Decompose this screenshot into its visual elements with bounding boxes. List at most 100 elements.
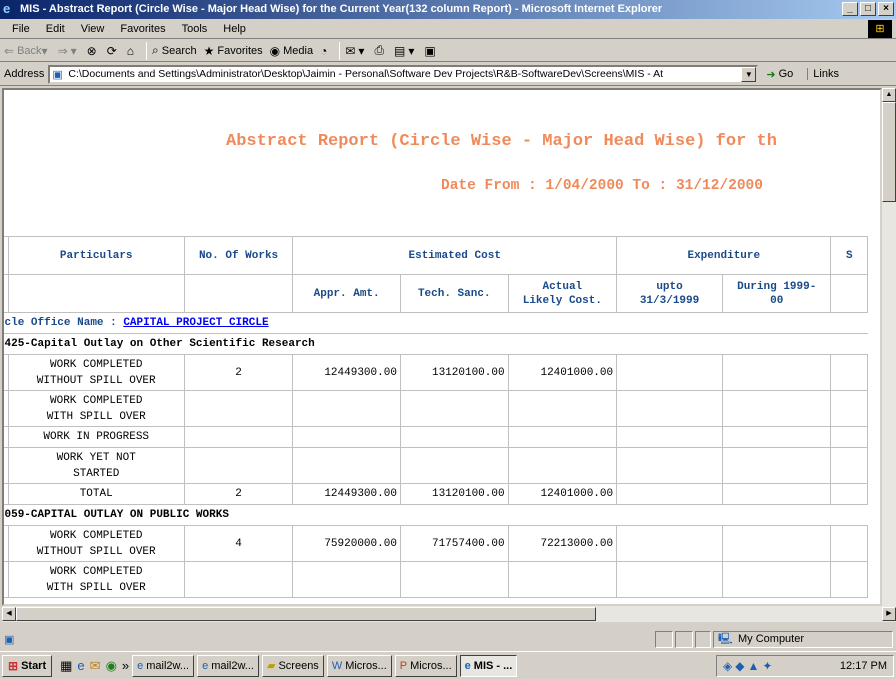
row-appr-amt bbox=[292, 426, 401, 448]
edit-button[interactable]: ▤ ▾ bbox=[394, 44, 417, 58]
tray-icons[interactable]: ◈◆▲✦ bbox=[723, 659, 775, 673]
major-head-row: 425-Capital Outlay on Other Scientific R… bbox=[4, 333, 868, 355]
header-cell bbox=[183, 274, 294, 313]
task-label: mail2w... bbox=[211, 659, 254, 672]
vertical-scroll-thumb[interactable] bbox=[882, 102, 896, 202]
page-content: Abstract Report (Circle Wise - Major Hea… bbox=[2, 88, 882, 606]
status-pane bbox=[695, 631, 711, 648]
row-tech-sanc: 13120100.00 bbox=[399, 354, 509, 391]
menu-view[interactable]: View bbox=[73, 19, 113, 39]
chevron-down-icon: ▾ bbox=[408, 43, 415, 58]
print-button[interactable]: ⎙ bbox=[374, 43, 387, 58]
address-input[interactable]: ▣ C:\Documents and Settings\Administrato… bbox=[48, 64, 759, 84]
back-button[interactable]: ⇐ Back ▾ bbox=[4, 44, 51, 58]
window-controls: _ □ × bbox=[842, 2, 894, 17]
horizontal-scroll-thumb[interactable] bbox=[16, 607, 596, 621]
home-button[interactable]: ⌂ bbox=[127, 44, 137, 58]
refresh-button[interactable]: ⟳ bbox=[107, 44, 120, 58]
task-label: Micros... bbox=[345, 659, 387, 672]
close-button[interactable]: × bbox=[878, 2, 894, 16]
taskbar-button-mail2[interactable]: e mail2w... bbox=[197, 654, 259, 677]
home-icon: ⌂ bbox=[126, 43, 135, 58]
menu-tools[interactable]: Tools bbox=[174, 19, 216, 39]
start-button[interactable]: ⊞ Start bbox=[2, 654, 53, 677]
task-label: mail2w... bbox=[146, 659, 190, 672]
particulars-line2: WITHOUT SPILL OVER bbox=[36, 545, 156, 558]
header-actual-line1: Actual bbox=[542, 280, 583, 293]
table-row-total: TOTAL 2 12449300.00 13120100.00 12401000… bbox=[4, 483, 868, 505]
history-button[interactable]: ◔ bbox=[320, 44, 330, 58]
go-label: Go bbox=[778, 68, 794, 80]
vertical-scrollbar[interactable]: ▲ bbox=[882, 88, 896, 606]
taskbar-button-screens[interactable]: ▰ Screens bbox=[261, 654, 324, 677]
links-button[interactable]: Links bbox=[807, 68, 839, 80]
ie-page-icon: e bbox=[137, 659, 144, 672]
favorites-icon: ★ bbox=[203, 43, 215, 58]
scroll-up-icon[interactable]: ▲ bbox=[882, 88, 896, 102]
row-appr-amt bbox=[292, 390, 401, 427]
header-cell bbox=[830, 274, 868, 313]
header-expenditure: Expenditure bbox=[616, 236, 832, 275]
horizontal-scrollbar[interactable]: ◀ ▶ bbox=[2, 606, 896, 622]
circle-link[interactable]: CAPITAL PROJECT CIRCLE bbox=[123, 317, 268, 329]
menu-help[interactable]: Help bbox=[215, 19, 254, 39]
header-next-cut: S bbox=[830, 236, 868, 275]
row-works: 2 bbox=[183, 354, 294, 391]
row-cell bbox=[616, 354, 723, 391]
ie-quicklaunch-icon[interactable]: e bbox=[77, 658, 84, 673]
taskbar-button-word[interactable]: W Micros... bbox=[326, 654, 392, 677]
scroll-right-icon[interactable]: ▶ bbox=[882, 607, 896, 621]
show-desktop-icon[interactable]: ▦ bbox=[60, 658, 72, 674]
row-actual-likely: 12401000.00 bbox=[507, 354, 618, 391]
stop-button[interactable]: ⊗ bbox=[87, 44, 100, 58]
quicklaunch-more[interactable]: » bbox=[122, 658, 129, 673]
zone-label: My Computer bbox=[738, 633, 805, 645]
particulars-line1: WORK COMPLETED bbox=[50, 394, 143, 407]
status-pane bbox=[655, 631, 673, 648]
media-button[interactable]: ◉ Media bbox=[270, 44, 313, 58]
task-label: Screens bbox=[278, 659, 319, 672]
title-bar[interactable]: e MIS - Abstract Report (Circle Wise - M… bbox=[0, 0, 896, 19]
taskbar-button-powerpoint[interactable]: P Micros... bbox=[394, 654, 457, 677]
row-cell bbox=[616, 561, 723, 598]
stop-icon: ⊗ bbox=[86, 43, 97, 58]
search-label: Search bbox=[161, 44, 197, 57]
address-bar: Address ▣ C:\Documents and Settings\Admi… bbox=[0, 63, 896, 86]
row-particulars: WORK COMPLETED WITH SPILL OVER bbox=[7, 390, 185, 427]
taskbar-button-mis[interactable]: e MIS - ... bbox=[459, 654, 518, 677]
row-cell bbox=[616, 525, 723, 562]
report-date-range: Date From : 1/04/2000 To : 31/12/2000 bbox=[441, 178, 763, 194]
table-row: WORK COMPLETED WITH SPILL OVER bbox=[4, 561, 868, 598]
search-button[interactable]: ⌕ Search bbox=[152, 43, 197, 58]
go-button[interactable]: ➜ Go bbox=[766, 68, 793, 81]
row-tech-sanc bbox=[399, 561, 509, 598]
menu-edit[interactable]: Edit bbox=[38, 19, 73, 39]
standard-toolbar: ⇐ Back ▾ ⇒ ▾ ⊗ ⟳ ⌂ ⌕ Search ★ Favorites ◉ Medi… bbox=[0, 40, 896, 62]
row-works: 2 bbox=[183, 483, 294, 505]
maximize-button[interactable]: □ bbox=[860, 2, 876, 16]
row-actual-likely bbox=[507, 390, 618, 427]
major-head-title: 059-CAPITAL OUTLAY ON PUBLIC WORKS bbox=[4, 504, 868, 526]
outlook-icon[interactable]: ✉ bbox=[90, 658, 101, 674]
system-tray: ◈◆▲✦ 12:17 PM bbox=[716, 655, 894, 677]
mail-button[interactable]: ✉ ▾ bbox=[345, 44, 367, 58]
media-player-icon[interactable]: ◉ bbox=[106, 658, 117, 674]
favorites-button[interactable]: ★ Favorites bbox=[204, 44, 263, 58]
my-computer-icon: 🖳 bbox=[718, 633, 733, 645]
taskbar-button-mail1[interactable]: e mail2w... bbox=[132, 654, 195, 677]
row-tech-sanc: 13120100.00 bbox=[399, 483, 509, 505]
forward-button[interactable]: ⇒ ▾ bbox=[58, 44, 80, 58]
table-row: WORK COMPLETED WITHOUT SPILL OVER 4 75920… bbox=[4, 525, 868, 562]
menu-favorites[interactable]: Favorites bbox=[112, 19, 173, 39]
row-cell bbox=[721, 447, 832, 484]
header-upto-line2: 31/3/1999 bbox=[639, 294, 700, 307]
address-dropdown-button[interactable]: ▼ bbox=[741, 66, 757, 82]
printer-icon: ⎙ bbox=[374, 43, 385, 57]
header-during-line1: During 1999- bbox=[737, 280, 817, 293]
discuss-button[interactable]: ▣ bbox=[424, 44, 438, 58]
media-icon: ◉ bbox=[269, 43, 281, 58]
scroll-left-icon[interactable]: ◀ bbox=[2, 607, 16, 621]
header-estimated-cost: Estimated Cost bbox=[292, 236, 618, 275]
menu-file[interactable]: File bbox=[4, 19, 38, 39]
minimize-button[interactable]: _ bbox=[842, 2, 858, 16]
